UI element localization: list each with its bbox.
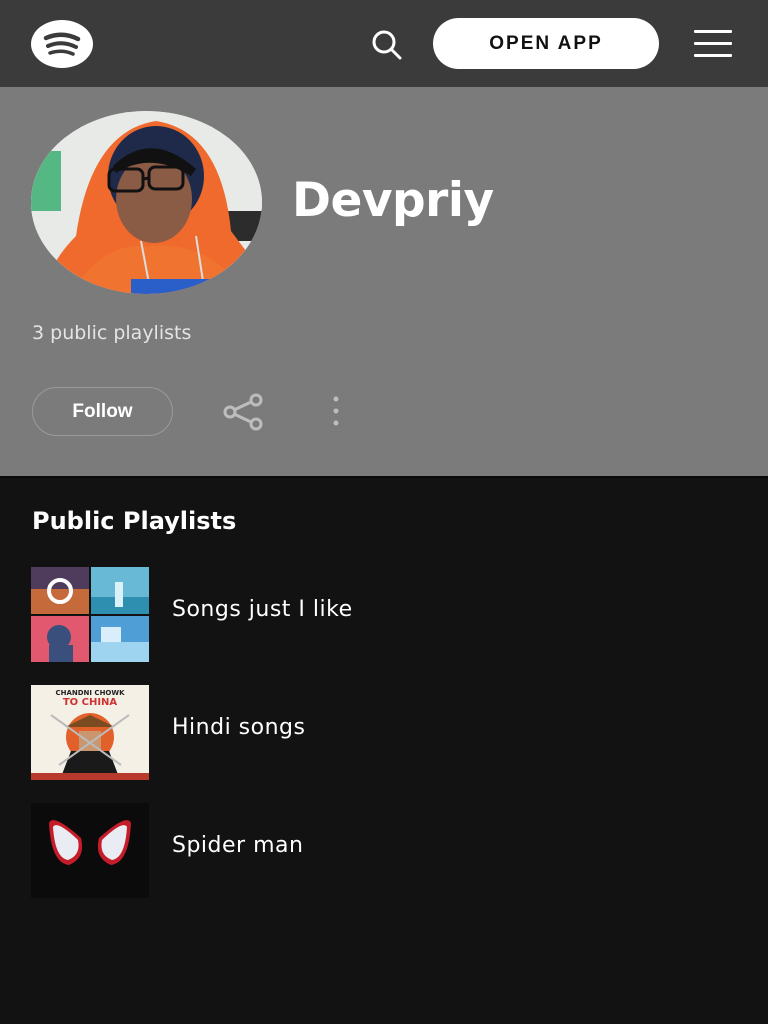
playlist-count: 3 public playlists (32, 322, 192, 344)
playlist-title[interactable]: Hindi songs (172, 715, 305, 740)
playlist-cover (31, 803, 149, 898)
search-icon[interactable] (368, 26, 404, 62)
more-options-icon[interactable] (326, 392, 346, 432)
playlist-title[interactable]: Songs just I like (172, 597, 353, 622)
top-bar: OPEN APP (0, 0, 768, 87)
playlist-title[interactable]: Spider man (172, 833, 303, 858)
playlist-item[interactable]: CHANDNI CHOWK TO CHINA Hindi songs (31, 685, 731, 780)
spotify-logo-icon[interactable] (31, 20, 93, 68)
playlist-item[interactable]: Songs just I like (31, 567, 731, 662)
playlist-cover: CHANDNI CHOWK TO CHINA (31, 685, 149, 780)
cover-text-line-2: TO CHINA (63, 697, 118, 708)
profile-header: Devpriy 3 public playlists Follow (0, 87, 768, 476)
avatar (31, 111, 262, 294)
playlist-cover (31, 567, 149, 662)
hamburger-menu-icon[interactable] (694, 28, 732, 60)
open-app-button[interactable]: OPEN APP (433, 18, 659, 69)
playlist-item[interactable]: Spider man (31, 803, 731, 898)
share-icon[interactable] (222, 392, 264, 432)
cover-text-line-1: CHANDNI CHOWK (55, 689, 125, 697)
section-divider (0, 476, 768, 478)
follow-button[interactable]: Follow (32, 387, 173, 436)
section-title: Public Playlists (32, 507, 237, 535)
profile-name: Devpriy (292, 173, 494, 228)
